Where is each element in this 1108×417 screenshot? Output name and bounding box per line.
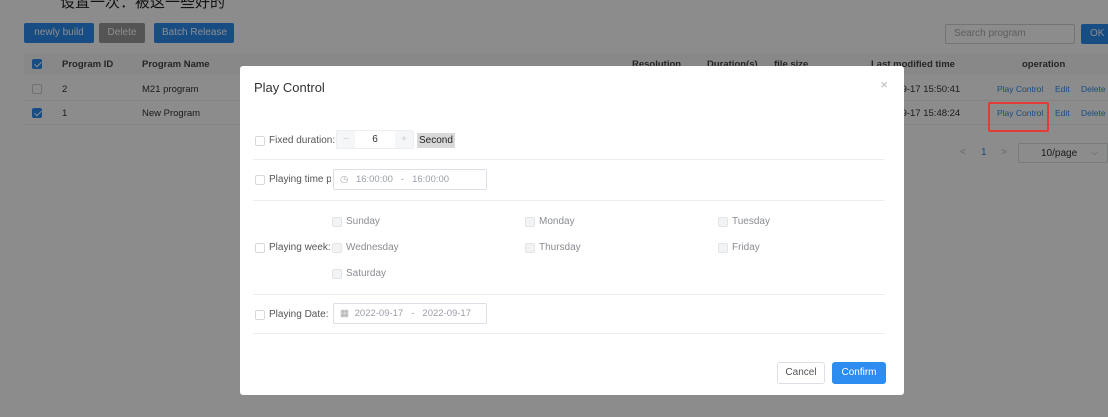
clock-icon: ◷ xyxy=(340,174,349,185)
confirm-button[interactable]: Confirm xyxy=(832,362,886,384)
playing-date-checkbox[interactable] xyxy=(255,310,265,320)
playing-date-label: Playing Date: xyxy=(269,309,329,320)
duration-stepper[interactable]: − 6 + xyxy=(336,130,414,149)
day-checkbox-saturday[interactable] xyxy=(332,269,342,279)
date-range-separator: - xyxy=(411,308,415,319)
day-label-friday: Friday xyxy=(732,242,760,253)
time-start: 16:00:00 xyxy=(355,174,393,185)
play-control-dialog: Play Control × Fixed duration: − 6 + Sec… xyxy=(240,66,904,395)
day-label-saturday: Saturday xyxy=(346,268,387,279)
playing-time-label: Playing time p xyxy=(269,174,331,185)
date-end: 2022-09-17 xyxy=(422,308,472,319)
day-checkbox-friday[interactable] xyxy=(718,243,728,253)
day-checkbox-thursday[interactable] xyxy=(525,243,535,253)
divider xyxy=(253,200,885,201)
time-range-separator: - xyxy=(400,174,405,185)
fixed-duration-checkbox[interactable] xyxy=(255,136,265,146)
day-checkbox-sunday[interactable] xyxy=(332,217,342,227)
close-icon[interactable]: × xyxy=(880,77,888,92)
increment-button[interactable]: + xyxy=(395,131,413,148)
calendar-icon: ▦ xyxy=(340,308,349,319)
day-label-sunday: Sunday xyxy=(346,216,380,227)
time-end: 16:00:00 xyxy=(412,174,450,185)
play-control-highlight xyxy=(988,102,1049,132)
playing-time-checkbox[interactable] xyxy=(255,175,265,185)
day-label-wednesday: Wednesday xyxy=(346,242,399,253)
duration-value[interactable]: 6 xyxy=(355,131,395,148)
day-label-thursday: Thursday xyxy=(539,242,581,253)
dialog-title: Play Control xyxy=(254,80,325,95)
day-checkbox-monday[interactable] xyxy=(525,217,535,227)
day-checkbox-tuesday[interactable] xyxy=(718,217,728,227)
divider xyxy=(253,294,885,295)
decrement-button[interactable]: − xyxy=(337,131,355,148)
playing-week-label: Playing week: xyxy=(269,242,331,253)
day-checkbox-wednesday[interactable] xyxy=(332,243,342,253)
day-label-tuesday: Tuesday xyxy=(732,216,770,227)
date-range-picker[interactable]: ▦ 2022-09-17-2022-09-17 xyxy=(333,303,487,324)
date-start: 2022-09-17 xyxy=(354,308,404,319)
cancel-button[interactable]: Cancel xyxy=(777,362,825,384)
day-label-monday: Monday xyxy=(539,216,575,227)
divider xyxy=(253,159,885,160)
duration-unit: Second xyxy=(417,133,455,148)
playing-week-checkbox[interactable] xyxy=(255,243,265,253)
time-range-picker[interactable]: ◷ 16:00:00-16:00:00 xyxy=(333,169,487,190)
fixed-duration-label: Fixed duration: xyxy=(269,135,336,146)
divider xyxy=(253,333,885,334)
